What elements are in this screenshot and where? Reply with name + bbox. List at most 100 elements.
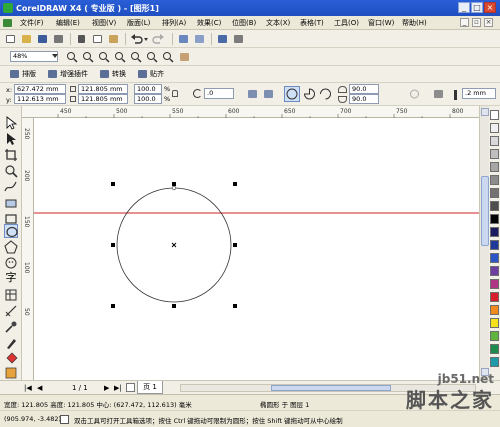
prev-page-icon[interactable]: ◀: [37, 384, 42, 392]
zoom-height-icon[interactable]: [162, 51, 175, 63]
pie-mode-icon[interactable]: [303, 88, 316, 100]
menu-file[interactable]: 文件(F): [20, 18, 44, 28]
new-icon[interactable]: [4, 33, 17, 45]
freehand-tool-icon[interactable]: [4, 180, 18, 194]
lock-ratio-icon[interactable]: [172, 90, 178, 97]
convert-button[interactable]: 转换: [98, 68, 126, 80]
copy-icon[interactable]: [91, 33, 104, 45]
snap-button[interactable]: 贴齐: [136, 68, 164, 80]
outline-tool-icon[interactable]: [4, 336, 18, 350]
color-swatch[interactable]: [490, 266, 499, 276]
color-swatch[interactable]: [490, 162, 499, 172]
color-swatch[interactable]: [490, 201, 499, 211]
maximize-icon[interactable]: □: [471, 2, 483, 13]
color-swatch[interactable]: [490, 240, 499, 250]
fill-tool-icon[interactable]: [4, 352, 18, 366]
menu-window[interactable]: 窗口(W): [368, 18, 394, 28]
zoom-level-select[interactable]: 48%: [10, 51, 58, 62]
zoom-width-icon[interactable]: [146, 51, 159, 63]
eyedropper-tool-icon[interactable]: [4, 320, 18, 334]
color-swatch[interactable]: [490, 292, 499, 302]
scroll-up-icon[interactable]: [481, 108, 489, 116]
color-swatch[interactable]: [490, 175, 499, 185]
zoom-all-icon[interactable]: [114, 51, 127, 63]
zoom-selected-icon[interactable]: [98, 51, 111, 63]
change-direction-icon[interactable]: [408, 88, 421, 100]
color-swatch[interactable]: [490, 331, 499, 341]
zoom-in-icon[interactable]: [66, 51, 79, 63]
shape-tool-icon[interactable]: [4, 132, 18, 146]
menu-help[interactable]: 帮助(H): [402, 18, 427, 28]
color-swatch[interactable]: [490, 357, 499, 367]
color-swatch[interactable]: [490, 305, 499, 315]
page-tab[interactable]: 页 1: [137, 381, 163, 394]
application-launcher-icon[interactable]: [216, 33, 229, 45]
minimize-icon[interactable]: _: [458, 2, 470, 13]
menu-tools[interactable]: 工具(O): [334, 18, 359, 28]
zoom-page-icon[interactable]: [130, 51, 143, 63]
ellipse-mode-button[interactable]: [284, 86, 300, 102]
rotation-field[interactable]: .0: [204, 88, 234, 99]
ellipse-tool-icon[interactable]: [4, 224, 18, 238]
scroll-thumb[interactable]: [481, 176, 489, 246]
color-swatch[interactable]: [490, 279, 499, 289]
pan-icon[interactable]: [178, 51, 191, 63]
width-field[interactable]: 121.805 mm: [78, 84, 128, 94]
menu-bitmaps[interactable]: 位图(B): [232, 18, 256, 28]
pick-tool-icon[interactable]: [4, 116, 18, 130]
drawing-canvas[interactable]: [34, 118, 479, 380]
color-swatch[interactable]: [490, 253, 499, 263]
import-icon[interactable]: [177, 33, 190, 45]
first-page-icon[interactable]: |◀: [24, 384, 32, 392]
text-tool-icon[interactable]: 字: [4, 271, 18, 285]
scale-height-field[interactable]: 100.0: [134, 94, 162, 104]
paste-icon[interactable]: [107, 33, 120, 45]
color-swatch[interactable]: [490, 344, 499, 354]
menu-layout[interactable]: 版面(L): [127, 18, 150, 28]
dimension-tool-icon[interactable]: [4, 304, 18, 318]
close-icon[interactable]: ×: [484, 2, 496, 13]
save-icon[interactable]: [36, 33, 49, 45]
zoom-out-icon[interactable]: [82, 51, 95, 63]
color-swatch[interactable]: [490, 214, 499, 224]
undo-dropdown-icon[interactable]: [143, 33, 149, 45]
last-page-icon[interactable]: ▶|: [114, 384, 122, 392]
menu-table[interactable]: 表格(T): [300, 18, 324, 28]
height-field[interactable]: 121.805 mm: [78, 94, 128, 104]
interactive-fill-tool-icon[interactable]: [4, 366, 18, 380]
print-icon[interactable]: [52, 33, 65, 45]
menu-edit[interactable]: 编辑(E): [56, 18, 80, 28]
smart-fill-tool-icon[interactable]: [4, 196, 18, 210]
options-icon[interactable]: [232, 33, 245, 45]
open-icon[interactable]: [20, 33, 33, 45]
color-swatch[interactable]: [490, 149, 499, 159]
crop-tool-icon[interactable]: [4, 148, 18, 162]
basic-shapes-tool-icon[interactable]: [4, 256, 18, 270]
table-tool-icon[interactable]: [4, 288, 18, 302]
layout-plugin-button[interactable]: 排版: [8, 68, 36, 80]
next-page-icon[interactable]: ▶: [104, 384, 109, 392]
wrap-text-icon[interactable]: [432, 88, 445, 100]
mirror-vertical-icon[interactable]: [262, 88, 275, 100]
mirror-horizontal-icon[interactable]: [246, 88, 259, 100]
enhance-plugin-button[interactable]: 增强插件: [46, 68, 88, 80]
arc-mode-icon[interactable]: [319, 88, 332, 100]
vertical-scrollbar[interactable]: [479, 106, 489, 380]
cut-icon[interactable]: [75, 33, 88, 45]
polygon-tool-icon[interactable]: [4, 240, 18, 254]
zoom-tool-icon[interactable]: [4, 164, 18, 178]
color-swatch[interactable]: [490, 110, 499, 120]
outline-width-field[interactable]: .2 mm: [462, 88, 496, 99]
doc-close-icon[interactable]: ×: [484, 18, 493, 27]
vertical-ruler[interactable]: 250 200 150 100 50: [22, 118, 34, 380]
ellipse-node[interactable]: [171, 185, 177, 191]
h-scroll-thumb[interactable]: [271, 385, 391, 391]
redo-icon[interactable]: [152, 33, 165, 45]
menu-view[interactable]: 视图(V): [92, 18, 116, 28]
add-page-icon[interactable]: [126, 383, 135, 392]
horizontal-ruler[interactable]: 450 500 550 600 650 700 750 800: [22, 106, 479, 118]
menu-effects[interactable]: 效果(C): [197, 18, 221, 28]
undo-icon[interactable]: [130, 33, 143, 45]
doc-minimize-icon[interactable]: _: [460, 18, 469, 27]
export-icon[interactable]: [193, 33, 206, 45]
